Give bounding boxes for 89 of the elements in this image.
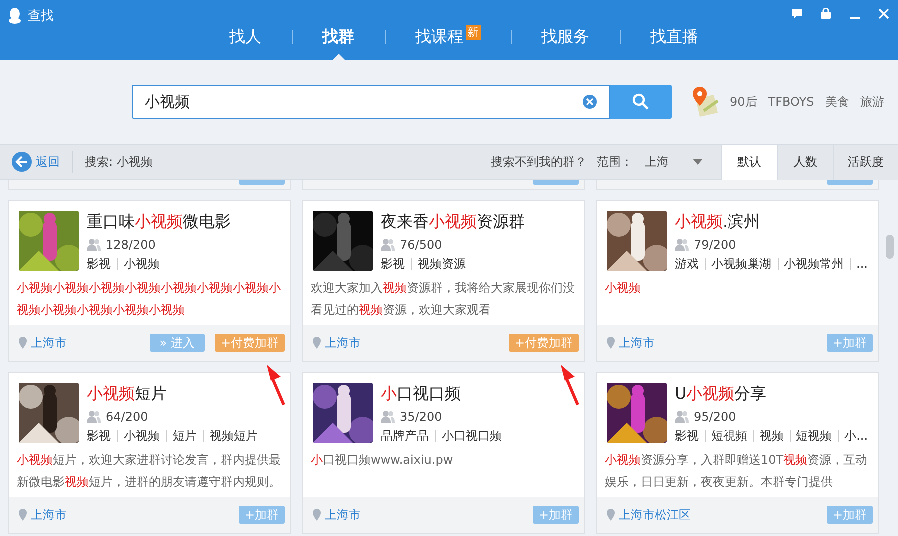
group-card[interactable]: 小口视口频 35/200 品牌产品 小口视口频 小口视口频www.aixiu.pw 上海市 +加群 xyxy=(302,372,585,534)
close-icon[interactable] xyxy=(878,8,890,20)
app-logo-icon xyxy=(8,8,22,24)
members-icon xyxy=(87,411,101,423)
member-count: 95/200 xyxy=(694,409,736,426)
hot-keyword-link[interactable]: 旅游 xyxy=(860,94,884,110)
group-description: 小视频 xyxy=(604,280,642,297)
location-link[interactable]: 上海市 xyxy=(619,334,655,352)
group-title[interactable]: 小口视口频 xyxy=(381,383,502,405)
hot-keyword-link[interactable]: TFBOYS xyxy=(768,95,814,109)
caret-icon xyxy=(693,159,703,165)
new-badge: 新 xyxy=(466,24,480,40)
window-title: 查找 xyxy=(28,8,54,25)
sort-tab[interactable]: 默认 xyxy=(721,144,777,180)
sort-tab[interactable]: 活跃度 xyxy=(833,144,898,180)
member-count: 35/200 xyxy=(400,409,442,426)
group-tag: 品牌产品 xyxy=(381,427,429,445)
group-description: 小口视口频www.aixiu.pw xyxy=(310,452,454,469)
sort-tab[interactable]: 人数 xyxy=(777,144,833,180)
location-link[interactable]: 上海市 xyxy=(31,506,67,524)
group-tag: 游戏 xyxy=(675,255,699,273)
location-pin-icon xyxy=(313,509,321,521)
group-title[interactable]: 小视频短片 xyxy=(87,383,258,405)
nav-tab[interactable]: 找服务 xyxy=(512,0,620,60)
group-title[interactable]: U小视频分享 xyxy=(675,383,868,405)
group-tag: 小口视口频 xyxy=(442,427,502,445)
group-title[interactable]: 夜来香小视频资源群 xyxy=(381,211,525,233)
group-tag: ... xyxy=(856,255,868,273)
map-pin-icon[interactable] xyxy=(690,85,720,119)
group-tag: 短视频 xyxy=(796,427,832,445)
group-description: 小视频资源分享，入群即赠送10T视频资源，互动娱乐，日日更新，夜夜更新。本群专门提供 xyxy=(604,452,869,491)
members-icon xyxy=(87,239,101,251)
location-link[interactable]: 上海市 xyxy=(325,506,361,524)
group-description: 欢迎大家加入视频资源群，我将给大家展现你们没看见过的视频资源，欢迎大家观看 xyxy=(310,280,576,319)
search-field[interactable]: 小视频 xyxy=(132,85,610,119)
feedback-icon[interactable] xyxy=(791,8,803,20)
group-card[interactable]: 小视频短片 64/200 影视 小视频 短片 视频短片 小视频短片，欢迎大家进群讨论发言，群内提供最新微电影视频短片，进群的朋友请遵守群内规则。 上海市 +加群 xyxy=(8,372,291,534)
members-icon xyxy=(675,411,689,423)
group-tag: 小视频常州 xyxy=(784,255,844,273)
group-tag: 影视 xyxy=(87,255,111,273)
nav-tab[interactable]: 找直播 xyxy=(620,0,728,60)
group-title[interactable]: 小视频.滨州 xyxy=(675,211,868,233)
group-tag: 短片 xyxy=(173,427,197,445)
members-icon xyxy=(675,239,689,251)
location-link[interactable]: 上海市 xyxy=(325,334,361,352)
group-card[interactable]: U小视频分享 95/200 影视 短視頻 视频 短视频 小... 小视频资源分享，入群即赠送10T视频资源，互动娱乐，日日更新，夜夜更新。本群专门提供 上海市松江区 +加群 xyxy=(596,372,879,534)
search-button[interactable] xyxy=(610,85,672,119)
range-label: 范围： xyxy=(597,154,633,170)
group-tag: 影视 xyxy=(87,427,111,445)
members-icon xyxy=(381,239,395,251)
group-tag: 视频 xyxy=(760,427,784,445)
group-card[interactable]: 小视频.滨州 79/200 游戏 小视频巢湖 小视频常州 ... 小视频 上海市 +加群 xyxy=(596,200,879,362)
location-link[interactable]: 上海市松江区 xyxy=(619,506,691,524)
group-tag: 小视频巢湖 xyxy=(712,255,772,273)
location-link[interactable]: 上海市 xyxy=(31,334,67,352)
location-pin-icon xyxy=(607,337,615,349)
location-pin-icon xyxy=(19,509,27,521)
location-pin-icon xyxy=(19,337,27,349)
member-count: 76/500 xyxy=(400,237,442,254)
location-pin-icon xyxy=(607,509,615,521)
group-tag: 视频短片 xyxy=(210,427,258,445)
group-tag: 小... xyxy=(844,427,868,445)
nav-tab[interactable]: 找人 xyxy=(200,0,292,60)
group-tag: 影视 xyxy=(381,255,405,273)
group-tag: 短視頻 xyxy=(711,427,748,445)
clear-icon[interactable] xyxy=(582,94,598,110)
member-count: 128/200 xyxy=(106,237,156,254)
location-pin-icon xyxy=(313,337,321,349)
members-icon xyxy=(381,411,395,423)
group-tag: 小视频 xyxy=(124,427,160,445)
group-title[interactable]: 重口味小视频微电影 xyxy=(87,211,231,233)
nav-tab[interactable]: 找群 xyxy=(292,0,384,60)
nav-tab[interactable]: 找课程 新 xyxy=(386,0,510,60)
group-tag: 影视 xyxy=(675,427,699,445)
group-tag: 小视频 xyxy=(124,255,160,273)
member-count: 64/200 xyxy=(106,409,148,426)
group-tag: 视频资源 xyxy=(418,255,466,273)
hot-keyword-link[interactable]: 90后 xyxy=(730,94,758,110)
scrollbar-thumb[interactable] xyxy=(886,235,894,259)
back-button[interactable]: 返回 xyxy=(12,152,60,172)
search-icon xyxy=(632,93,650,111)
range-dropdown[interactable]: 上海 xyxy=(645,154,703,170)
not-found-link[interactable]: 搜索不到我的群？ xyxy=(491,154,587,170)
member-count: 79/200 xyxy=(694,237,736,254)
group-description: 小视频短片，欢迎大家进群讨论发言，群内提供最新微电影视频短片，进群的朋友请遵守群内规则。 xyxy=(16,452,282,491)
lock-icon[interactable] xyxy=(820,8,832,20)
group-description: 小视频小视频小视频小视频小视频小视频小视频小视频小视频小视频小视频小视频 xyxy=(16,280,282,319)
search-query-text: 搜索: 小视频 xyxy=(85,154,153,170)
hot-keyword-link[interactable]: 美食 xyxy=(825,94,850,110)
